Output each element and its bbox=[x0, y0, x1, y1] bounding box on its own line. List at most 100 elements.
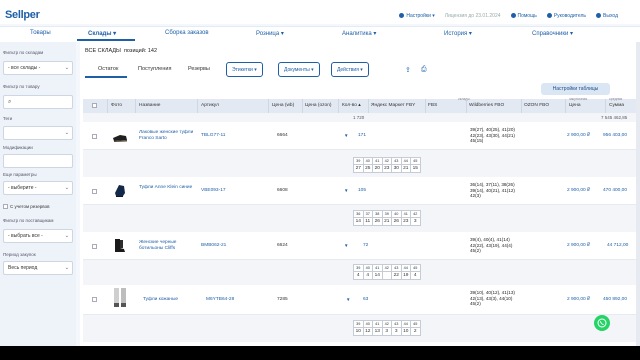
size-cell: 42 bbox=[381, 264, 392, 272]
reserves-label: С учетом резервов bbox=[10, 204, 50, 209]
product-photo[interactable] bbox=[111, 181, 129, 199]
table-settings-button[interactable]: Настройки таблицы bbox=[541, 83, 610, 95]
product-search-input[interactable]: ⌕ bbox=[3, 95, 73, 109]
product-sum: 956 403,00 bbox=[603, 133, 628, 138]
more-params-select[interactable]: - выберите - ⌄ bbox=[3, 181, 73, 195]
help-link[interactable]: Помощь bbox=[510, 13, 537, 19]
period-select[interactable]: Весь период ⌄ bbox=[3, 261, 73, 275]
col-article[interactable]: Артикул bbox=[201, 103, 219, 108]
top-bar: Sellper Настройки ▾ Лицензия до 23.01.20… bbox=[0, 0, 640, 24]
col-group-average: средняя bbox=[609, 97, 623, 101]
product-qty[interactable]: 105 bbox=[358, 188, 366, 193]
product-article-link[interactable]: BMB062-21 bbox=[201, 243, 226, 248]
row-checkbox[interactable] bbox=[92, 244, 97, 249]
supplier-filter-select[interactable]: - выбрать все - ⌄ bbox=[3, 229, 73, 243]
top-right-menu: Настройки ▾ Лицензия до 23.01.2024 Помощ… bbox=[399, 13, 618, 19]
col-price[interactable]: Цена bbox=[569, 103, 581, 108]
product-qty[interactable]: 72 bbox=[363, 243, 368, 248]
col-qty[interactable]: Кол-во ▴ bbox=[342, 103, 361, 108]
tab-reserves[interactable]: Резервы bbox=[188, 66, 210, 72]
col-fbs[interactable]: FBS bbox=[428, 103, 437, 108]
nav-order-assembly[interactable]: Сборка заказов bbox=[165, 30, 209, 36]
product-name-link[interactable]: Лаковые женские туфли Franco Sarto bbox=[139, 130, 195, 142]
modifications-input[interactable] bbox=[3, 154, 73, 168]
product-name-link[interactable]: Туфли кожаные bbox=[143, 297, 199, 303]
size-grid: 39 40 41 42 43 44 45 4 4 14 22 19 4 bbox=[353, 264, 421, 280]
logout-link[interactable]: Выход bbox=[596, 13, 618, 19]
product-name-link[interactable]: Женские черные ботильоны Cliffs bbox=[139, 240, 195, 252]
expand-sizes-icon[interactable]: ▼ bbox=[344, 133, 348, 138]
nav-warehouses[interactable]: Склады ▾ bbox=[88, 30, 116, 37]
col-price-ozon[interactable]: Цена (ozon) bbox=[305, 103, 331, 108]
size-cell: 41 bbox=[372, 320, 383, 328]
row-checkbox[interactable] bbox=[92, 189, 97, 194]
product-name-link[interactable]: Туфли Anne Klein синие bbox=[139, 185, 195, 191]
logo[interactable]: Sellper bbox=[5, 9, 40, 21]
product-article-link[interactable]: VBE093-17 bbox=[201, 188, 226, 193]
product-article-link[interactable]: TBLG77-11 bbox=[201, 133, 225, 138]
size-breakdown: 39 40 41 42 43 44 45 4 4 14 22 19 4 bbox=[83, 260, 636, 285]
tab-stock[interactable]: Остаток bbox=[98, 66, 118, 72]
col-price-wb[interactable]: Цена (wb) bbox=[272, 103, 294, 108]
size-cell: 40 bbox=[362, 157, 373, 165]
col-ozon-fbo[interactable]: OZON FBO bbox=[524, 103, 549, 108]
col-wb-fbo[interactable]: Wildberries FBO bbox=[469, 103, 504, 108]
table-row[interactable]: Женские черные ботильоны Cliffs BMB062-2… bbox=[83, 232, 636, 260]
expand-sizes-icon[interactable]: ▼ bbox=[344, 188, 348, 193]
row-checkbox[interactable] bbox=[92, 297, 97, 302]
documents-dropdown-button[interactable]: Документы ▾ bbox=[278, 62, 320, 77]
size-grid: 36 37 38 39 40 41 42 14 11 26 21 26 23 3 bbox=[353, 210, 421, 226]
wb-line: 36(14), 37(11), 38(26) bbox=[470, 182, 515, 187]
expand-sizes-icon[interactable]: ▼ bbox=[346, 297, 350, 302]
nav-retail[interactable]: Розница ▾ bbox=[256, 30, 284, 37]
print-icon[interactable]: ⎙ bbox=[421, 66, 427, 74]
product-photo[interactable] bbox=[111, 127, 129, 145]
expand-sizes-icon[interactable]: ▼ bbox=[344, 243, 348, 248]
product-sum: 470 400,00 bbox=[603, 188, 628, 193]
row-checkbox[interactable] bbox=[92, 134, 97, 139]
select-all-checkbox[interactable] bbox=[92, 103, 97, 108]
settings-link[interactable]: Настройки ▾ bbox=[399, 13, 435, 19]
table-row[interactable]: Туфли кожаные M6YTB64-28 7285 ▼ 63 39(10… bbox=[83, 285, 636, 315]
labels-dropdown-button[interactable]: Этикетки ▾ bbox=[226, 62, 263, 77]
col-sum[interactable]: Сумма bbox=[609, 103, 624, 108]
table-row[interactable]: Лаковые женские туфли Franco Sarto TBLG7… bbox=[83, 122, 636, 150]
nav-products[interactable]: Товары bbox=[30, 30, 51, 36]
reserves-checkbox[interactable]: С учетом резервов bbox=[3, 204, 49, 209]
nav-analytics[interactable]: Аналитика ▾ bbox=[342, 30, 376, 37]
product-photo[interactable] bbox=[111, 287, 129, 309]
whatsapp-chat-button[interactable] bbox=[594, 315, 610, 331]
user-menu[interactable]: Руководитель bbox=[546, 13, 586, 19]
size-grid: 39 40 41 42 43 44 45 10 12 13 3 3 10 2 bbox=[353, 320, 421, 336]
product-qty[interactable]: 171 bbox=[358, 133, 366, 138]
nav-history[interactable]: История ▾ bbox=[444, 30, 472, 37]
vertical-scrollbar[interactable] bbox=[636, 42, 640, 346]
product-qty[interactable]: 63 bbox=[363, 297, 368, 302]
size-cell: 40 bbox=[391, 210, 402, 218]
period-value: Весь период bbox=[8, 265, 38, 271]
count-cell: 10 bbox=[353, 327, 364, 336]
col-name[interactable]: Название bbox=[139, 103, 160, 108]
product-article-link[interactable]: M6YTB64-28 bbox=[206, 297, 234, 302]
tags-select[interactable]: ⌄ bbox=[3, 126, 73, 140]
count-cell: 23 bbox=[381, 164, 392, 173]
nav-directories[interactable]: Справочники ▾ bbox=[532, 30, 573, 37]
upload-icon[interactable]: ⇪ bbox=[405, 66, 411, 74]
actions-dropdown-button[interactable]: Действия ▾ bbox=[331, 62, 369, 77]
count-cell: 11 bbox=[362, 217, 373, 226]
wb-fbo-stock: 36(14), 37(11), 38(26) 39(14), 40(21), 4… bbox=[470, 182, 515, 199]
product-photo[interactable] bbox=[111, 236, 129, 254]
license-text: Лицензия до 23.01.2024 bbox=[444, 13, 501, 19]
count-cell: 15 bbox=[410, 164, 421, 173]
tab-receipts[interactable]: Поступления bbox=[138, 66, 171, 72]
size-cell: 39 bbox=[381, 210, 392, 218]
size-breakdown: 39 40 41 42 43 44 45 27 25 20 23 30 21 15 bbox=[83, 150, 636, 177]
size-cell: 42 bbox=[410, 210, 421, 218]
warehouse-filter-select[interactable]: - все склады - ⌄ bbox=[3, 61, 73, 75]
settings-icon bbox=[399, 13, 405, 19]
size-cell: 44 bbox=[400, 264, 411, 272]
table-row[interactable]: Туфли Anne Klein синие VBE093-17 6608 ▼ … bbox=[83, 177, 636, 205]
col-ym-fby[interactable]: Яндекс Маркет FBY bbox=[371, 103, 415, 108]
count-cell: 4 bbox=[362, 271, 373, 280]
checkbox-box[interactable] bbox=[3, 204, 8, 209]
